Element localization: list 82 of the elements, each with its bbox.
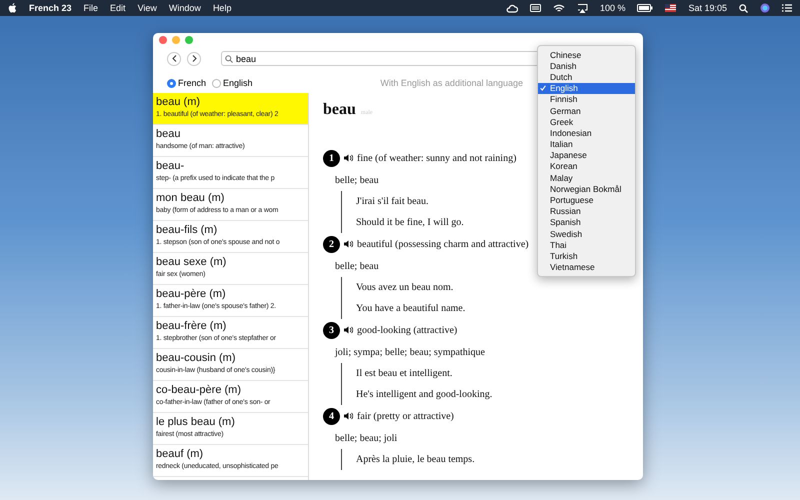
language-menu-item[interactable]: Turkish (538, 250, 635, 262)
keyboard-icon[interactable] (530, 4, 541, 12)
example-sentence: He's intelligent and good-looking. (356, 388, 492, 402)
language-menu-item[interactable]: Indonesian (538, 127, 635, 138)
sense-number: 4 (323, 408, 340, 424)
language-radio[interactable]: English (212, 78, 253, 88)
sense-definition: beautiful (possessing charm and attractive) (357, 238, 529, 250)
additional-language-label: With English as additional language (380, 78, 523, 88)
entry-headword: beau (323, 101, 356, 119)
cloud-icon[interactable] (506, 4, 518, 12)
checkmark-icon (540, 85, 546, 92)
language-radio[interactable]: French (167, 78, 206, 88)
translations: belle; beau; joli (335, 432, 398, 446)
menu-item[interactable]: Window (168, 3, 201, 13)
example-sentence: Should it be fine, I will go. (356, 216, 464, 230)
speaker-icon[interactable] (344, 326, 353, 334)
result-headword: beau-frère (m) (156, 320, 226, 332)
example-sentence: J'irai s'il fait beau. (356, 195, 428, 209)
language-menu-item[interactable]: Portuguese (538, 194, 635, 206)
example-sentence: Vous avez un beau nom. (356, 281, 454, 295)
airplay-icon[interactable] (576, 4, 588, 12)
result-headword: beauf (m) (156, 448, 204, 460)
language-menu-item[interactable]: Vietnamese (538, 262, 635, 273)
speaker-icon[interactable] (344, 240, 353, 248)
app-menu[interactable]: French 23 (29, 3, 72, 13)
sense-number: 1 (323, 150, 340, 166)
forward-button[interactable] (187, 52, 201, 66)
sense-number: 2 (323, 236, 340, 252)
result-headword: le plus beau (m) (156, 416, 235, 428)
language-menu-item[interactable]: Korean (538, 160, 635, 172)
apple-logo-icon[interactable] (8, 3, 17, 13)
sense-number: 3 (323, 322, 340, 338)
language-menu-item[interactable]: German (538, 104, 635, 116)
language-menu-item[interactable]: Thai (538, 239, 635, 250)
language-menu-item[interactable]: Dutch (538, 71, 635, 83)
sense-definition: fine (of weather: sunny and not raining) (357, 152, 516, 164)
search-icon[interactable] (739, 4, 748, 12)
menu-item[interactable]: File (84, 3, 98, 13)
speaker-icon[interactable] (344, 412, 353, 420)
menu-item[interactable]: Help (212, 3, 232, 13)
language-menu-item[interactable]: English (538, 82, 635, 94)
language-menu-item[interactable]: Japanese (538, 150, 635, 161)
language-menu-item[interactable]: Italian (538, 138, 635, 150)
result-headword: co-beau-père (m) (156, 384, 241, 396)
language-menu-item[interactable]: Russian (538, 206, 635, 217)
language-menu-item[interactable]: Spanish (538, 216, 635, 228)
menu-item[interactable]: Edit (110, 3, 126, 13)
translations: belle; beau (335, 260, 379, 274)
result-headword: beau-cousin (m) (156, 352, 236, 364)
list-icon[interactable] (782, 4, 792, 12)
result-headword: mon beau (m) (156, 192, 224, 204)
example-sentence: Il est beau et intelligent. (356, 367, 452, 381)
battery-percentage: 100 % (600, 3, 626, 13)
sense-definition: good-looking (attractive) (357, 324, 458, 336)
language-menu-item[interactable]: Finnish (538, 94, 635, 105)
flag-icon[interactable] (665, 4, 676, 12)
speaker-icon[interactable] (344, 154, 353, 162)
siri-icon[interactable] (760, 3, 770, 13)
back-button[interactable] (167, 52, 181, 66)
example-sentence: Après la pluie, le beau temps. (356, 453, 475, 467)
wifi-icon[interactable] (552, 4, 565, 12)
result-headword: beau-fils (m) (156, 224, 218, 236)
result-headword: beau- (156, 160, 184, 172)
language-menu-item[interactable]: Malay (538, 172, 635, 184)
close-button[interactable] (159, 36, 167, 44)
search-icon (225, 54, 233, 62)
chevron-left-icon (172, 55, 176, 62)
sense-definition: fair (pretty or attractive) (357, 410, 454, 422)
result-headword: beau-père (m) (156, 288, 226, 300)
battery-icon[interactable] (637, 4, 654, 12)
result-headword: beau (156, 128, 180, 140)
language-menu-item[interactable]: Swedish (538, 228, 635, 240)
clock[interactable]: Sat 19:05 (688, 3, 727, 13)
translations: joli; sympa; belle; beau; sympathique (335, 346, 485, 360)
language-menu-item[interactable]: Norwegian Bokmål (538, 183, 635, 194)
chevron-right-icon (192, 55, 196, 62)
result-headword: beau (m) (156, 96, 200, 108)
example-sentence: You have a beautiful name. (356, 302, 466, 316)
menu-item[interactable]: View (138, 3, 157, 13)
translations: belle; beau (335, 174, 379, 188)
result-headword: beau sexe (m) (156, 256, 226, 268)
language-menu-item[interactable]: Greek (538, 116, 635, 128)
